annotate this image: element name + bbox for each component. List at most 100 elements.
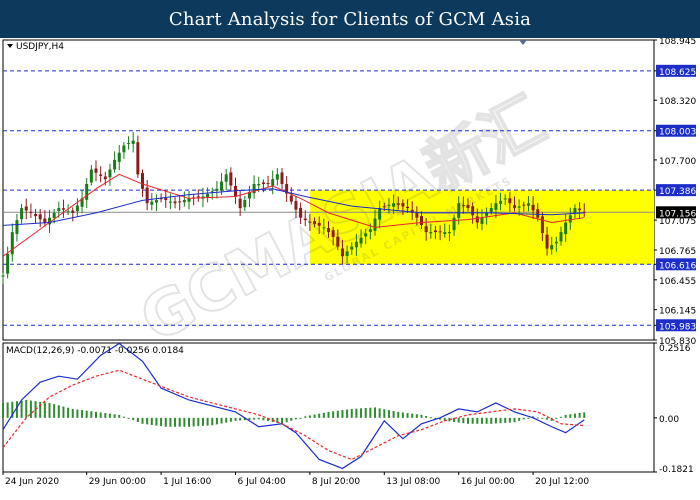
histogram-bar xyxy=(201,417,204,426)
histogram-bar xyxy=(308,415,311,418)
candle-body xyxy=(517,206,521,208)
histogram-bar xyxy=(229,417,232,422)
histogram-bar xyxy=(108,413,111,418)
histogram-bar xyxy=(290,417,293,421)
histogram-bar xyxy=(127,417,130,419)
candle-body xyxy=(75,205,79,212)
candle-body xyxy=(531,204,535,211)
histogram-bar xyxy=(341,410,344,418)
candle-body xyxy=(182,200,186,203)
histogram-bar xyxy=(67,407,70,418)
histogram-bar xyxy=(318,413,321,418)
candle-body xyxy=(489,208,493,212)
histogram-bar xyxy=(206,417,209,426)
x-tick-label: 6 Jul 04:00 xyxy=(238,477,287,487)
histogram-bar xyxy=(225,417,228,423)
candle-body xyxy=(317,222,321,226)
candle-body xyxy=(568,215,572,223)
candle-body xyxy=(89,169,93,183)
histogram-bar xyxy=(136,417,139,423)
histogram-bar xyxy=(71,408,74,418)
histogram-bar xyxy=(57,405,60,418)
chart-banner: Chart Analysis for Clients of GCM Asia xyxy=(0,0,700,38)
candle-body xyxy=(38,214,42,220)
histogram-bar xyxy=(188,417,190,427)
x-tick-label: 24 Jun 2020 xyxy=(5,477,59,487)
candle-body xyxy=(85,183,89,200)
candle-body xyxy=(122,145,126,153)
candle-body xyxy=(66,211,70,213)
candle-body xyxy=(424,226,428,233)
histogram-bar xyxy=(346,409,349,418)
candle-body xyxy=(471,206,475,216)
histogram-bar xyxy=(485,417,488,424)
y-tick-label: 108.320 xyxy=(659,97,696,107)
histogram-bar xyxy=(29,400,32,418)
histogram-bar xyxy=(239,417,242,421)
candle-body xyxy=(401,202,405,207)
candle-body xyxy=(494,203,498,210)
candle-body xyxy=(382,206,386,208)
candle-body xyxy=(354,241,358,248)
candle-body xyxy=(29,211,33,213)
histogram-bar xyxy=(332,411,335,418)
candle-body xyxy=(368,229,372,233)
candle-body xyxy=(61,208,65,210)
histogram-bar xyxy=(262,417,265,421)
candle-body xyxy=(540,216,544,234)
histogram-bar xyxy=(369,407,372,418)
candle-body xyxy=(173,201,177,204)
histogram-bar xyxy=(90,411,93,418)
histogram-bar xyxy=(573,413,576,418)
candle-body xyxy=(485,212,489,217)
candle-body xyxy=(475,216,479,223)
histogram-bar xyxy=(355,408,358,418)
x-tick-label: 1 Jul 16:00 xyxy=(163,477,212,487)
candle-body xyxy=(406,206,410,209)
histogram-bar xyxy=(490,417,493,424)
histogram-bar xyxy=(99,412,102,418)
histogram-bar xyxy=(81,410,84,418)
histogram-bar xyxy=(499,417,502,424)
histogram-bar xyxy=(304,416,307,418)
current-price-label: 107.156 xyxy=(659,209,696,219)
histogram-bar xyxy=(569,414,572,418)
histogram-bar xyxy=(411,413,414,418)
candle-body xyxy=(433,230,437,233)
candle-body xyxy=(271,179,275,186)
candle-body xyxy=(266,183,270,185)
candle-body xyxy=(224,174,228,182)
histogram-bar xyxy=(285,417,288,423)
candle-body xyxy=(20,208,24,220)
histogram-bar xyxy=(299,417,302,419)
macd-title: MACD(12,26,9) -0.0071 -0.0256 0.0184 xyxy=(6,346,184,356)
candle-body xyxy=(313,221,317,225)
histogram-bar xyxy=(169,417,172,427)
candle-body xyxy=(113,159,117,170)
candle-body xyxy=(6,253,10,274)
histogram-bar xyxy=(20,400,23,418)
histogram-bar xyxy=(350,408,353,418)
histogram-bar xyxy=(197,417,200,427)
histogram-bar xyxy=(564,414,567,418)
candle-body xyxy=(578,208,582,211)
histogram-bar xyxy=(471,417,474,424)
x-tick-label: 20 Jul 12:00 xyxy=(535,477,589,487)
candle-body xyxy=(457,203,461,218)
candle-body xyxy=(131,140,135,144)
candle-body xyxy=(573,208,577,214)
candle-body xyxy=(136,142,140,175)
x-tick-label: 16 Jul 00:00 xyxy=(461,477,515,487)
candle-body xyxy=(24,206,28,211)
histogram-bar xyxy=(146,417,149,425)
histogram-bar xyxy=(476,417,479,424)
histogram-bar xyxy=(95,411,97,418)
candle-body xyxy=(261,182,265,184)
histogram-bar xyxy=(504,417,507,423)
price-chart-title: USDJPY,H4 xyxy=(16,42,64,52)
histogram-bar xyxy=(132,417,135,421)
histogram-bar xyxy=(281,417,283,424)
candle-body xyxy=(71,210,75,213)
candle-body xyxy=(145,187,149,204)
histogram-bar xyxy=(2,402,4,418)
